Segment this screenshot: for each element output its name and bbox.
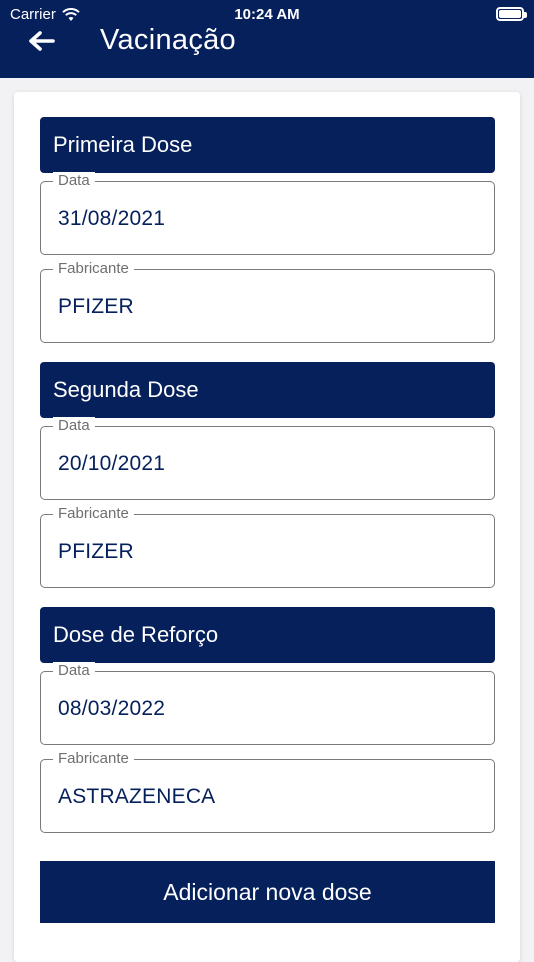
date-field-second[interactable]: Data 20/10/2021 <box>40 417 495 500</box>
manufacturer-label: Fabricante <box>53 750 134 768</box>
manufacturer-label: Fabricante <box>53 505 134 523</box>
vaccination-card: Primeira Dose Data 31/08/2021 Fabricante… <box>14 92 520 962</box>
manufacturer-value: ASTRAZENECA <box>58 785 216 808</box>
date-label: Data <box>53 172 95 190</box>
date-field-booster[interactable]: Data 08/03/2022 <box>40 662 495 745</box>
date-value: 31/08/2021 <box>58 207 166 230</box>
manufacturer-label: Fabricante <box>53 260 134 278</box>
dose-header-booster: Dose de Reforço <box>40 607 495 663</box>
date-value: 08/03/2022 <box>58 697 166 720</box>
manufacturer-value: PFIZER <box>58 540 134 563</box>
app-header: Carrier 10:24 AM Vacinação <box>0 0 534 78</box>
date-value: 20/10/2021 <box>58 452 166 475</box>
dose-header-first: Primeira Dose <box>40 117 495 173</box>
status-bar: Carrier 10:24 AM <box>0 0 534 28</box>
add-dose-button[interactable]: Adicionar nova dose <box>40 861 495 923</box>
battery-icon <box>496 7 527 21</box>
manufacturer-field-second[interactable]: Fabricante PFIZER <box>40 505 495 588</box>
dose-header-second: Segunda Dose <box>40 362 495 418</box>
back-button[interactable] <box>24 26 58 56</box>
manufacturer-field-first[interactable]: Fabricante PFIZER <box>40 260 495 343</box>
page-title: Vacinação <box>100 24 236 56</box>
date-label: Data <box>53 662 95 680</box>
status-time: 10:24 AM <box>234 6 300 23</box>
manufacturer-value: PFIZER <box>58 295 134 318</box>
arrow-left-icon <box>29 31 55 51</box>
date-label: Data <box>53 417 95 435</box>
manufacturer-field-booster[interactable]: Fabricante ASTRAZENECA <box>40 750 495 833</box>
date-field-first[interactable]: Data 31/08/2021 <box>40 172 495 255</box>
